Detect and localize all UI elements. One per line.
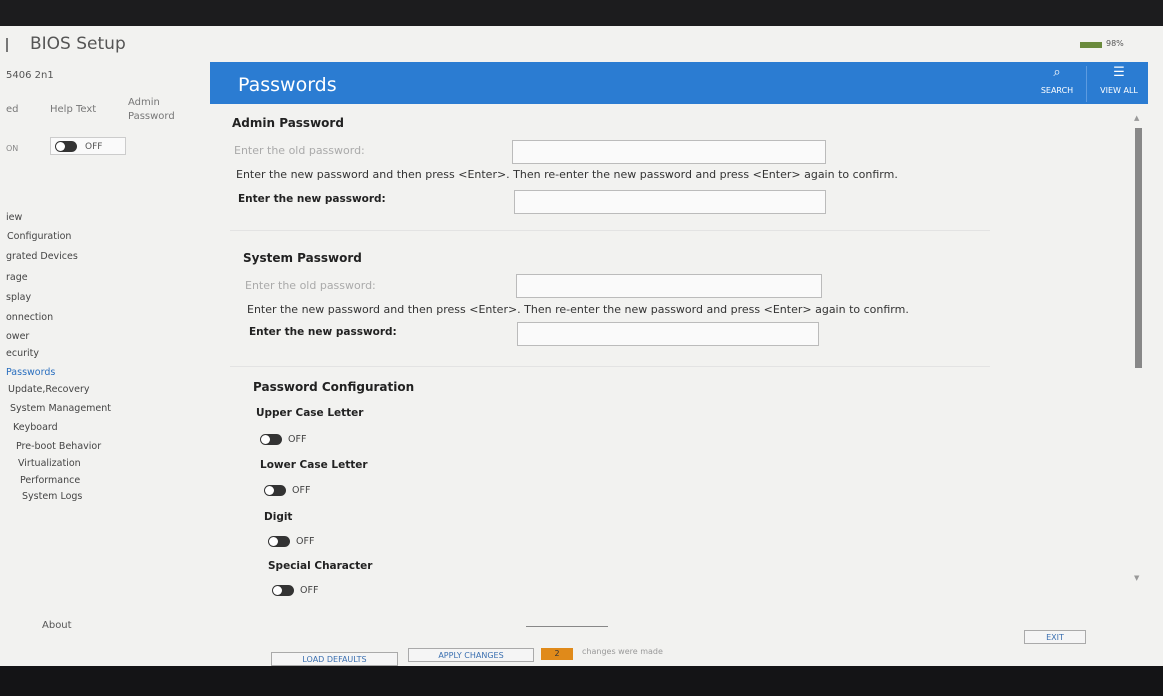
special-character-state: OFF — [300, 585, 319, 596]
nav-item-connection[interactable]: onnection — [6, 312, 53, 323]
nav-item-configuration[interactable]: Configuration — [7, 231, 71, 242]
admin-instructions: Enter the new password and then press <E… — [236, 168, 898, 181]
nav-item-storage[interactable]: rage — [6, 272, 28, 283]
nav-item-virtualization[interactable]: Virtualization — [18, 458, 81, 469]
settings-content: Admin Password Enter the old password: E… — [210, 104, 1130, 624]
scrollbar[interactable]: ▲ ▼ — [1134, 114, 1144, 624]
admin-password-title: Admin Password — [232, 116, 344, 130]
search-label: SEARCH — [1040, 86, 1074, 95]
nav-item-keyboard[interactable]: Keyboard — [13, 422, 58, 433]
apply-changes-button[interactable]: APPLY CHANGES — [408, 648, 534, 662]
main-panel: Passwords ⌕ SEARCH ☰ VIEW ALL Admin Pass… — [210, 62, 1148, 666]
footer-bar: LOAD DEFAULTS APPLY CHANGES 2 changes we… — [210, 624, 1148, 666]
load-defaults-button[interactable]: LOAD DEFAULTS — [271, 652, 398, 666]
exit-button[interactable]: EXIT — [1024, 630, 1086, 644]
special-character-label: Special Character — [268, 560, 373, 572]
nav-item-performance[interactable]: Performance — [20, 475, 80, 486]
nav-item-system-logs[interactable]: System Logs — [22, 491, 82, 502]
model-name: 5406 2n1 — [6, 70, 54, 81]
on-label: ON — [6, 144, 19, 153]
nav-item-pre-boot-behavior[interactable]: Pre-boot Behavior — [16, 441, 101, 452]
section-divider — [230, 230, 990, 231]
toggle-switch-icon — [264, 485, 286, 496]
sliders-icon: ☰ — [1113, 65, 1125, 80]
system-new-password-input[interactable] — [517, 322, 819, 346]
toggle-switch-icon — [55, 141, 77, 152]
view-all-label: VIEW ALL — [1100, 86, 1138, 95]
toggle-switch-icon — [260, 434, 282, 445]
search-icon: ⌕ — [1053, 65, 1061, 80]
sidebar: 5406 2n1 ed Help Text Admin Password ON … — [0, 62, 210, 666]
system-old-password-input[interactable] — [516, 274, 822, 298]
system-password-title: System Password — [243, 251, 362, 265]
header-separator — [1086, 66, 1087, 102]
toggle-switch-icon — [272, 585, 294, 596]
toggle-switch-icon — [268, 536, 290, 547]
nav-item-system-management[interactable]: System Management — [10, 403, 111, 414]
changes-status-text: changes were made — [582, 647, 663, 656]
nav-item-passwords[interactable]: Passwords — [6, 367, 55, 378]
special-character-toggle[interactable]: OFF — [272, 585, 318, 596]
search-button[interactable]: ⌕ SEARCH — [1028, 62, 1086, 104]
column-header-1: ed — [6, 104, 19, 115]
upper-case-toggle[interactable]: OFF — [260, 434, 306, 445]
digit-state: OFF — [296, 536, 315, 547]
password-configuration-title: Password Configuration — [253, 380, 415, 394]
admin-old-password-input[interactable] — [512, 140, 826, 164]
system-old-password-prompt: Enter the old password: — [245, 279, 376, 292]
about-link[interactable]: About — [42, 620, 72, 631]
nav-item-display[interactable]: splay — [6, 292, 31, 303]
help-text-toggle[interactable]: OFF — [50, 137, 126, 155]
digit-label: Digit — [264, 511, 293, 523]
battery-level: 98% — [1106, 39, 1124, 48]
footer-divider — [526, 626, 608, 627]
scroll-up-icon[interactable]: ▲ — [1134, 114, 1139, 122]
digit-toggle[interactable]: OFF — [268, 536, 314, 547]
title-divider — [6, 38, 8, 52]
lower-case-label: Lower Case Letter — [260, 459, 368, 471]
app-title: BIOS Setup — [30, 34, 126, 54]
nav-item-overview[interactable]: iew — [6, 212, 22, 223]
system-new-password-label: Enter the new password: — [249, 326, 397, 338]
change-count-badge: 2 — [541, 648, 573, 660]
bios-screen: BIOS Setup 98% 5406 2n1 ed Help Text Adm… — [0, 26, 1163, 666]
admin-new-password-label: Enter the new password: — [238, 193, 386, 205]
top-bar: BIOS Setup 98% — [0, 26, 1163, 62]
screen-bezel — [0, 666, 1163, 696]
nav-item-power[interactable]: ower — [6, 331, 29, 342]
scrollbar-thumb[interactable] — [1135, 128, 1142, 368]
column-header-help-text: Help Text — [50, 104, 97, 115]
lower-case-state: OFF — [292, 485, 311, 496]
upper-case-label: Upper Case Letter — [256, 407, 364, 419]
nav-item-update-recovery[interactable]: Update,Recovery — [8, 384, 89, 395]
nav-item-integrated-devices[interactable]: grated Devices — [6, 251, 78, 262]
page-header: Passwords ⌕ SEARCH ☰ VIEW ALL — [210, 62, 1148, 104]
help-toggle-state: OFF — [85, 142, 103, 152]
upper-case-state: OFF — [288, 434, 307, 445]
column-header-admin-password: Admin Password — [128, 97, 175, 122]
battery-icon — [1080, 42, 1102, 48]
view-all-button[interactable]: ☰ VIEW ALL — [1090, 62, 1148, 104]
scroll-down-icon[interactable]: ▼ — [1134, 574, 1139, 582]
section-divider — [230, 366, 990, 367]
lower-case-toggle[interactable]: OFF — [264, 485, 310, 496]
admin-new-password-input[interactable] — [514, 190, 826, 214]
page-title: Passwords — [238, 74, 337, 96]
nav-item-security[interactable]: ecurity — [6, 348, 39, 359]
admin-old-password-prompt: Enter the old password: — [234, 144, 365, 157]
system-instructions: Enter the new password and then press <E… — [247, 303, 909, 316]
